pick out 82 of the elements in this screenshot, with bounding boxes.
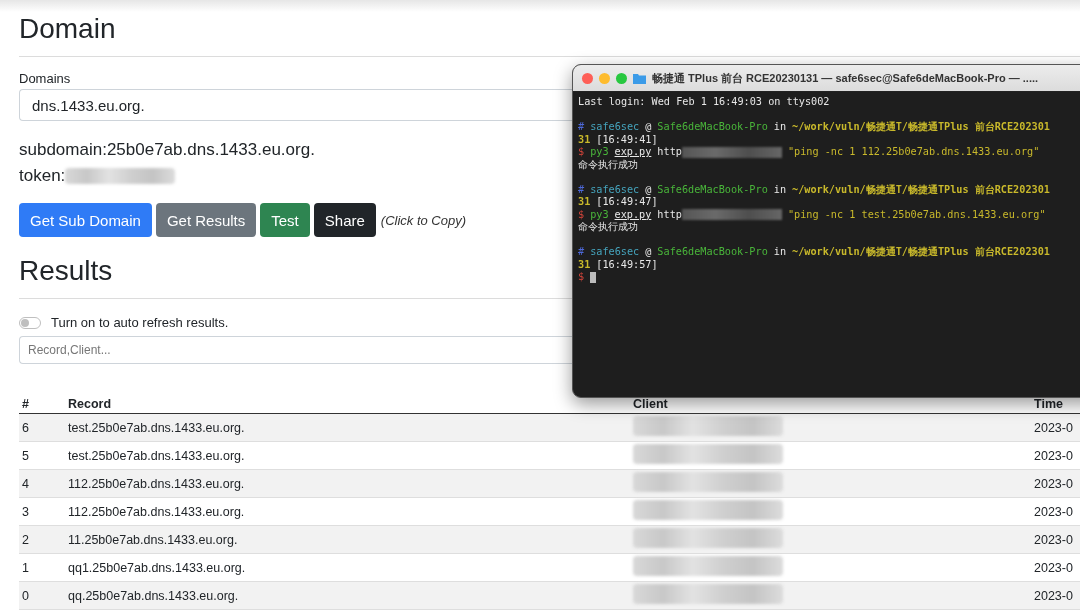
table-cell: test.25b0e7ab.dns.1433.eu.org. (68, 448, 245, 463)
table-cell: 2023-0 (1034, 420, 1073, 435)
token-label: token: (19, 165, 66, 187)
terminal-text: Last login: Wed Feb 1 16:49:03 on ttys002 (578, 96, 830, 109)
terminal-text: @ (645, 246, 652, 259)
folder-icon (633, 72, 646, 84)
terminal-text: in (773, 246, 787, 259)
window-title: 畅捷通 TPlus 前台 RCE20230131 — safe6sec@Safe6deMacBook-Pro — ..... (652, 70, 1039, 86)
table-cell: 2023-0 (1034, 476, 1073, 491)
table-cell-text: 4 (21, 476, 29, 491)
terminal-text: safe6sec (590, 183, 640, 196)
terminal-text: 31 (578, 133, 591, 146)
copy-hint: (Click to Copy) (380, 212, 467, 228)
terminal-text: # (578, 246, 585, 259)
table-cell: test.25b0e7ab.dns.1433.eu.org. (68, 420, 245, 435)
terminal-text: 31 (578, 196, 591, 209)
field-label: Domains (19, 71, 71, 86)
table-cell: 2023-0 (1034, 504, 1073, 519)
terminal-text: $ (578, 146, 585, 159)
terminal-text: ~/work/vuln/畅捷通T/畅捷通TPlus 前台RCE202301 (792, 121, 1050, 134)
maximize-icon[interactable] (616, 72, 627, 84)
table-cell: 112.25b0e7ab.dns.1433.eu.org. (68, 504, 245, 519)
terminal-text: @ (645, 183, 652, 196)
terminal-text: in (773, 121, 787, 134)
terminal-text: exp.py (614, 146, 652, 159)
column-header: # (21, 397, 29, 411)
minimize-icon[interactable] (599, 72, 610, 84)
terminal-text: # (578, 183, 585, 196)
terminal-text: 命令执行成功 (578, 158, 638, 171)
terminal-text: safe6sec (590, 121, 640, 134)
terminal-text: http (657, 146, 682, 159)
terminal-text: ~/work/vuln/畅捷通T/畅捷通TPlus 前台RCE202301 (792, 246, 1050, 259)
table-cell-text: 0 (21, 588, 29, 603)
terminal-text: Safe6deMacBook-Pro (657, 121, 768, 134)
table-cell: qq1.25b0e7ab.dns.1433.eu.org. (68, 560, 246, 575)
terminal-text: http (657, 208, 682, 221)
search-field[interactable]: Record,Client... (19, 336, 572, 364)
subdomain-text: subdomain:25b0e7ab.dns.1433.eu.org. (19, 139, 315, 161)
terminal-text: $ (578, 208, 585, 221)
column-header: Client (633, 397, 668, 411)
table-cell: 112.25b0e7ab.dns.1433.eu.org. (68, 476, 245, 491)
toggle-switch[interactable] (19, 316, 41, 329)
terminal-text: @ (645, 121, 652, 134)
table-cell: 11.25b0e7ab.dns.1433.eu.org. (68, 532, 238, 547)
terminal-text: [16:49:41] (596, 133, 658, 146)
table-cell-text: 2 (21, 532, 29, 547)
table-cell: qq.25b0e7ab.dns.1433.eu.org. (68, 588, 239, 603)
terminal-text: [16:49:47] (596, 196, 658, 209)
action-button[interactable]: Test (260, 203, 310, 237)
table-cell-text: 1 (21, 560, 29, 575)
terminal-text: 31 (578, 258, 591, 271)
terminal-text: ~/work/vuln/畅捷通T/畅捷通TPlus 前台RCE202301 (792, 183, 1050, 196)
toggle-label: Turn on to auto refresh results. (51, 315, 229, 330)
table-cell: 2023-0 (1034, 532, 1073, 547)
table-cell: 2023-0 (1034, 560, 1073, 575)
terminal-text: [16:49:57] (596, 258, 658, 271)
section-title: Results (19, 254, 113, 288)
column-header: Record (68, 397, 112, 411)
terminal-text: "ping -nc 1 test.25b0e7ab.dns.1433.eu.org" (787, 208, 1046, 221)
terminal-text: 命令执行成功 (578, 221, 638, 234)
table-cell-text: 3 (21, 504, 29, 519)
page-title: Domain (19, 12, 116, 46)
terminal-text: in (773, 183, 787, 196)
action-button[interactable]: Get Sub Domain (19, 203, 152, 237)
action-button[interactable]: Get Results (155, 203, 257, 237)
terminal-text: $ (578, 271, 585, 284)
terminal-text: safe6sec (590, 246, 640, 259)
terminal-text: py3 (590, 208, 609, 221)
domain-field[interactable]: dns.1433.eu.org. (19, 89, 572, 121)
terminal-text: Safe6deMacBook-Pro (657, 246, 768, 259)
terminal-text: exp.py (614, 208, 652, 221)
table-cell-text: 5 (21, 448, 29, 463)
table-cell: 2023-0 (1034, 448, 1073, 463)
terminal-text: Safe6deMacBook-Pro (657, 183, 768, 196)
terminal-text: # (578, 121, 585, 134)
terminal-text: py3 (590, 146, 609, 159)
table-cell-text: 6 (21, 420, 29, 435)
action-button[interactable]: Share (313, 203, 376, 237)
close-icon[interactable] (582, 72, 593, 84)
terminal-text: "ping -nc 1 112.25b0e7ab.dns.1433.eu.org" (787, 146, 1040, 159)
table-cell: 2023-0 (1034, 588, 1073, 603)
column-header: Time (1034, 397, 1063, 411)
